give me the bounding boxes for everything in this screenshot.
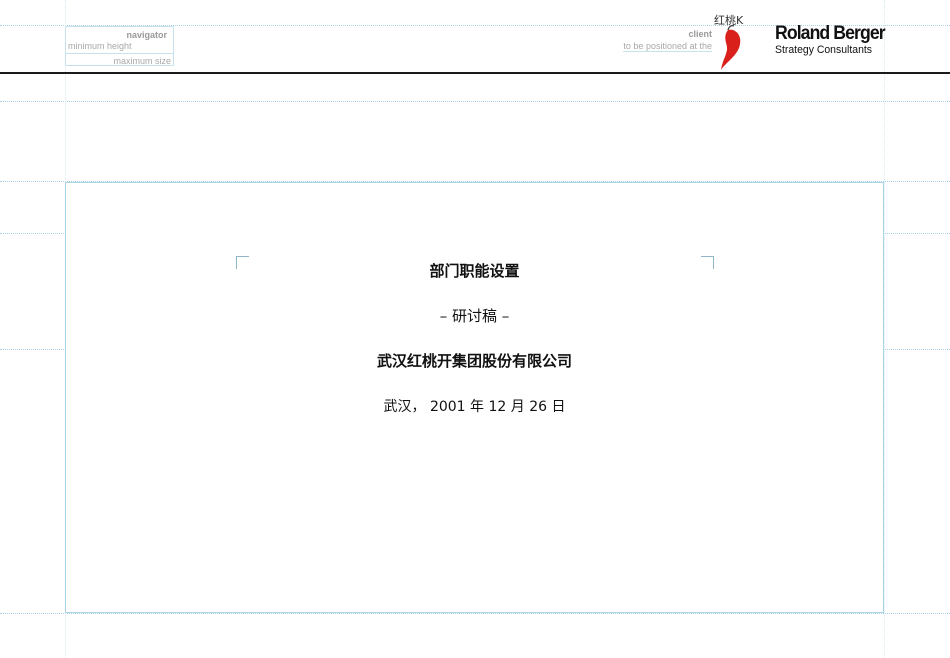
brand-name: Roland Berger [775, 23, 886, 44]
brand-logo: Roland Berger Strategy Consultants [775, 24, 893, 57]
slide-date: 武汉， 2001 年 12 月 26 日 [383, 399, 566, 415]
navigator-divider [66, 53, 173, 54]
slide-subtitle: – 研讨稿 – [439, 307, 510, 325]
brand-tagline: Strategy Consultants [775, 44, 873, 56]
guide-line [0, 101, 950, 102]
client-title: client [688, 29, 712, 39]
navigator-min-label: minimum height [68, 41, 132, 51]
guide-line [0, 613, 950, 614]
client-note: to be positioned at the [623, 41, 712, 52]
guide-line [884, 0, 885, 658]
slide-title: 部门职能设置 [429, 262, 520, 280]
client-placeholder: client to be positioned at the [623, 29, 712, 52]
client-logo-icon: 红桃K [714, 13, 744, 70]
navigator-max-label: maximum size [113, 56, 171, 66]
navigator-box: navigator minimum height maximum size [65, 26, 174, 66]
header-rule [0, 72, 950, 74]
client-logo-text: 红桃K [714, 13, 744, 27]
navigator-title: navigator [126, 30, 167, 40]
company-name: 武汉红桃开集团股份有限公司 [376, 352, 572, 370]
